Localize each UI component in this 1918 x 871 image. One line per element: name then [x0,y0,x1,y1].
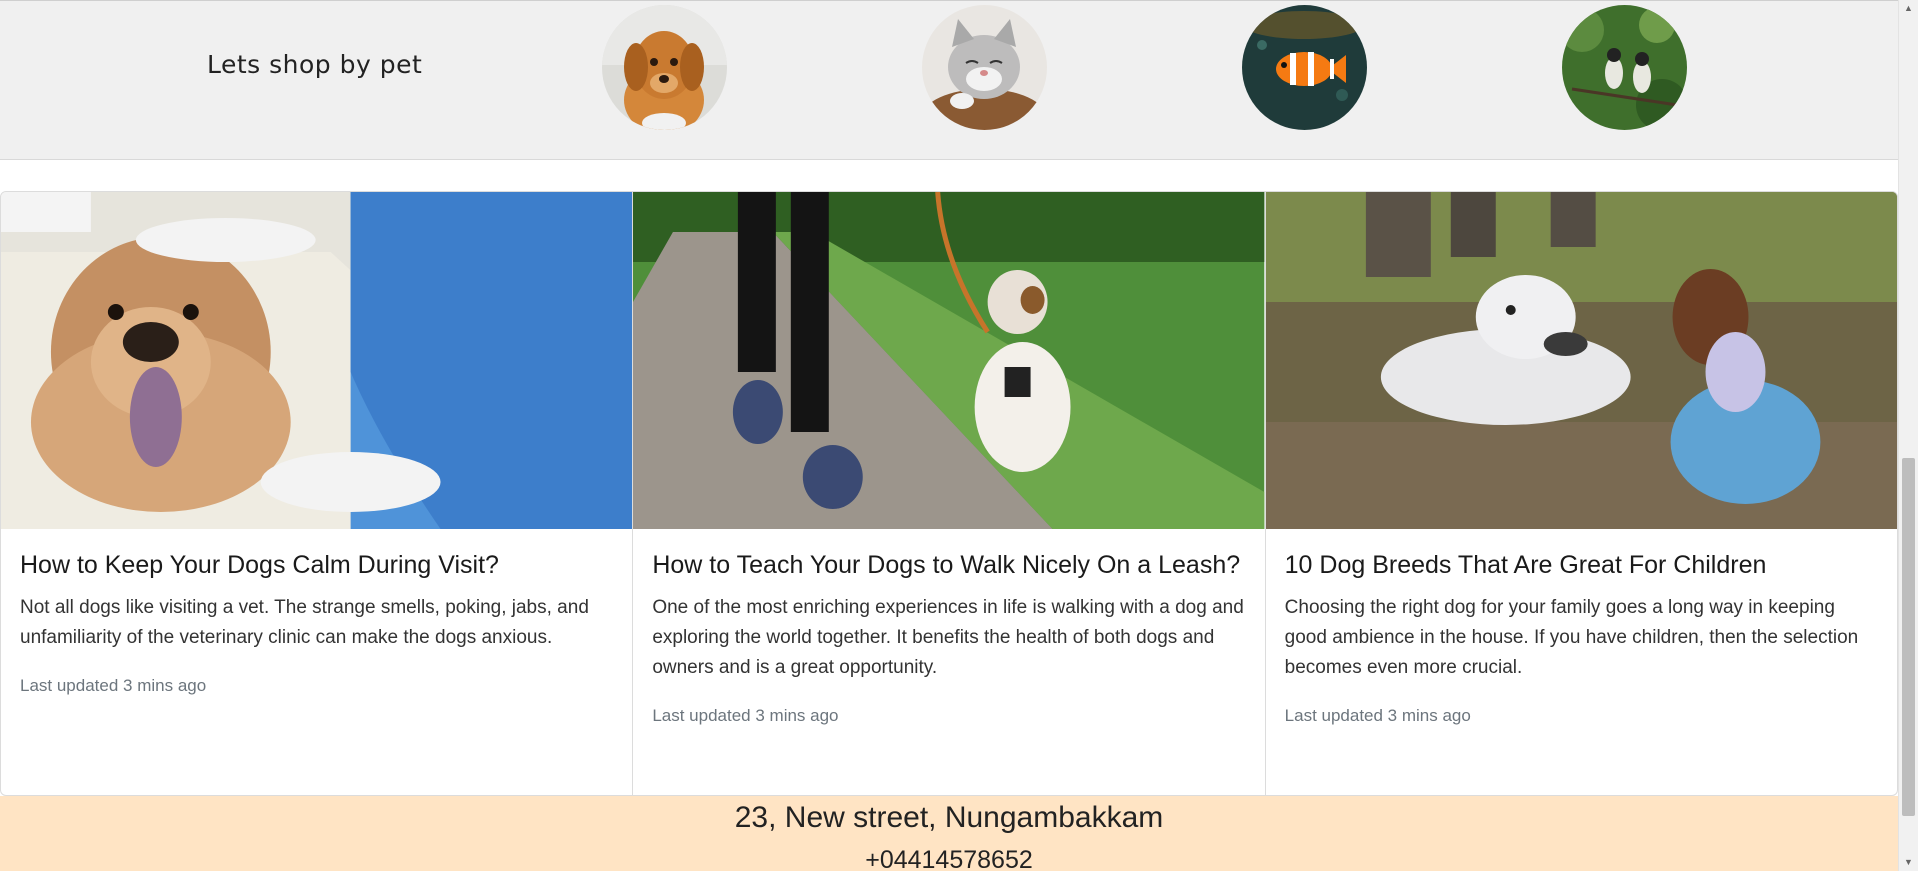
article-card: 10 Dog Breeds That Are Great For Childre… [1265,192,1897,795]
card-image-vet [1,192,633,529]
scrollbar-thumb[interactable] [1902,458,1915,816]
footer: 23, New street, Nungambakkam +0441457865… [0,796,1898,871]
pet-cat-link[interactable] [922,5,1047,130]
card-text: One of the most enriching experiences in… [652,597,1244,678]
card-updated-time: Last updated 3 mins ago [1284,706,1471,725]
card-title[interactable]: How to Keep Your Dogs Calm During Visit? [20,551,613,580]
article-card-group: How to Keep Your Dogs Calm During Visit?… [0,191,1898,796]
card-image-children [1265,192,1897,529]
footer-phone: +04414578652 [865,846,1033,871]
shop-by-pet-section: Lets shop by pet [0,0,1898,160]
article-card: How to Keep Your Dogs Calm During Visit?… [1,192,634,795]
cat-icon [922,5,1047,130]
footer-address: 23, New street, Nungambakkam [734,801,1164,834]
leash-walk-image [633,192,1265,529]
bird-icon [1562,5,1687,130]
vertical-scrollbar[interactable]: ▲ ▼ [1898,0,1918,871]
card-updated-time: Last updated 3 mins ago [652,706,839,725]
pet-dog-link[interactable] [602,5,727,130]
card-updated-time: Last updated 3 mins ago [20,676,207,695]
card-text: Choosing the right dog for your family g… [1284,597,1859,678]
pet-fish-link[interactable] [1242,5,1367,130]
shop-by-pet-title: Lets shop by pet [207,50,423,79]
dog-icon [602,5,727,130]
scroll-down-arrow-icon[interactable]: ▼ [1899,854,1918,871]
card-text: Not all dogs like visiting a vet. The st… [20,597,589,648]
vet-dog-image [1,192,633,529]
pet-bird-link[interactable] [1562,5,1687,130]
scroll-up-arrow-icon[interactable]: ▲ [1899,0,1918,17]
fish-icon [1242,5,1367,130]
card-title[interactable]: How to Teach Your Dogs to Walk Nicely On… [652,551,1245,580]
article-card: How to Teach Your Dogs to Walk Nicely On… [633,192,1266,795]
dog-and-child-image [1265,192,1897,529]
page: Lets shop by pet How to Keep Your Dogs C… [0,0,1898,871]
card-image-leash [633,192,1265,529]
card-title[interactable]: 10 Dog Breeds That Are Great For Childre… [1285,551,1878,580]
